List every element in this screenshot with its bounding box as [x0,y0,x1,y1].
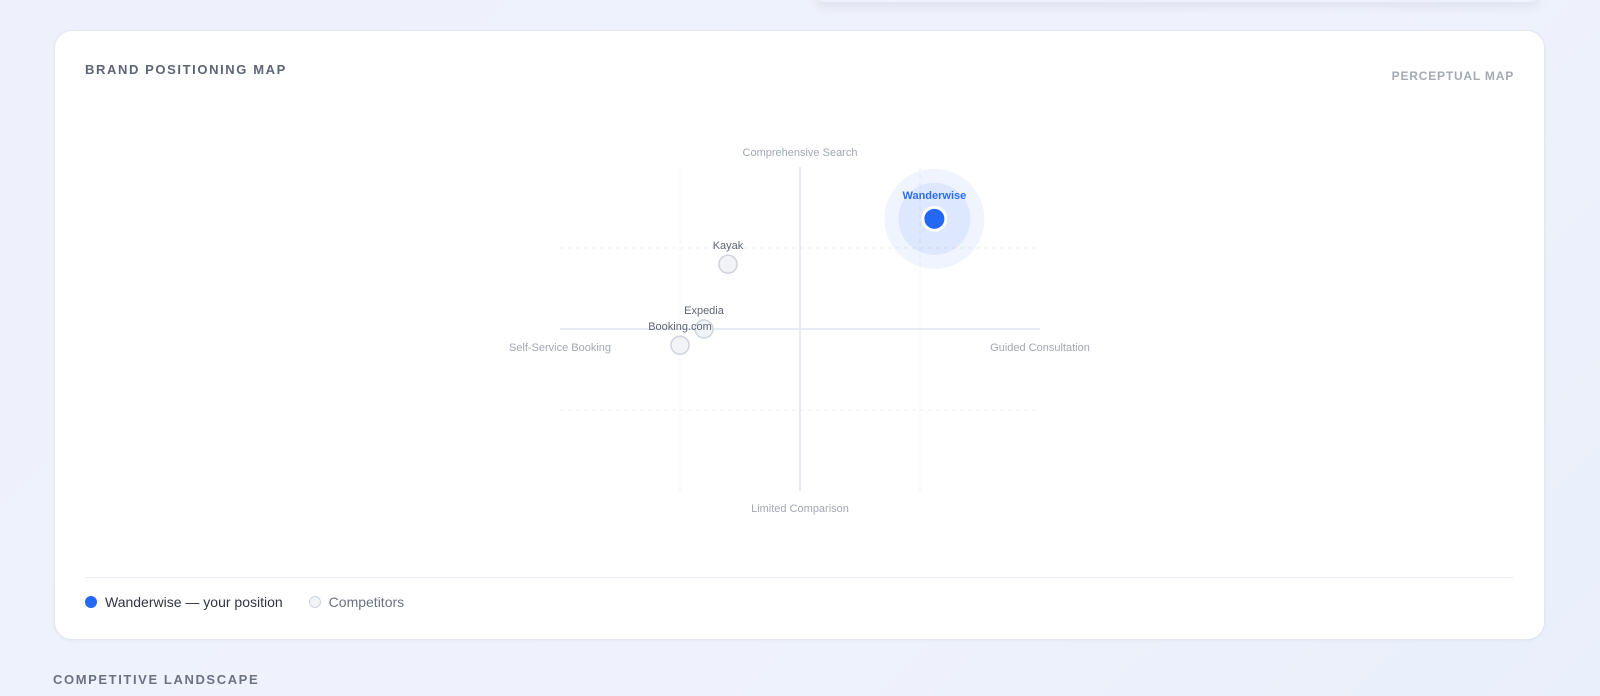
axis-label-left: Self-Service Booking [509,342,611,354]
positioning-map: Comprehensive Search Limited Comparison … [509,147,1090,515]
point-label-kayak: Kayak [713,240,744,252]
point-label-expedia: Expedia [684,305,725,317]
legend: Wanderwise — your position Competitors [85,594,430,610]
point-label-booking-com: Booking.com [648,321,712,333]
point-booking-com [670,335,690,355]
legend-item-you: Wanderwise — your position [85,594,283,610]
brand-positioning-card: BRAND POSITIONING MAP PERCEPTUAL MAP Com… [54,30,1545,640]
competitor-dot-icon [308,596,321,608]
legend-item-competitors: Competitors [308,594,405,610]
legend-label-you: Wanderwise — your position [105,594,283,610]
legend-label-competitors: Competitors [328,594,405,610]
point-wanderwise [921,205,948,232]
legend-divider [85,577,1514,578]
axis-label-right: Guided Consultation [990,342,1090,354]
point-label-wanderwise: Wanderwise [903,190,967,202]
axis-label-top: Comprehensive Search [743,147,858,159]
axis-label-bottom: Limited Comparison [751,503,849,515]
primary-dot-icon [85,596,97,608]
section-title-competitive-landscape: COMPETITIVE LANDSCAPE [53,672,260,687]
map-points: Wanderwise Kayak Expedia Booking.com [648,168,985,355]
panel-above-shadow [815,0,1540,2]
point-kayak [718,254,738,274]
